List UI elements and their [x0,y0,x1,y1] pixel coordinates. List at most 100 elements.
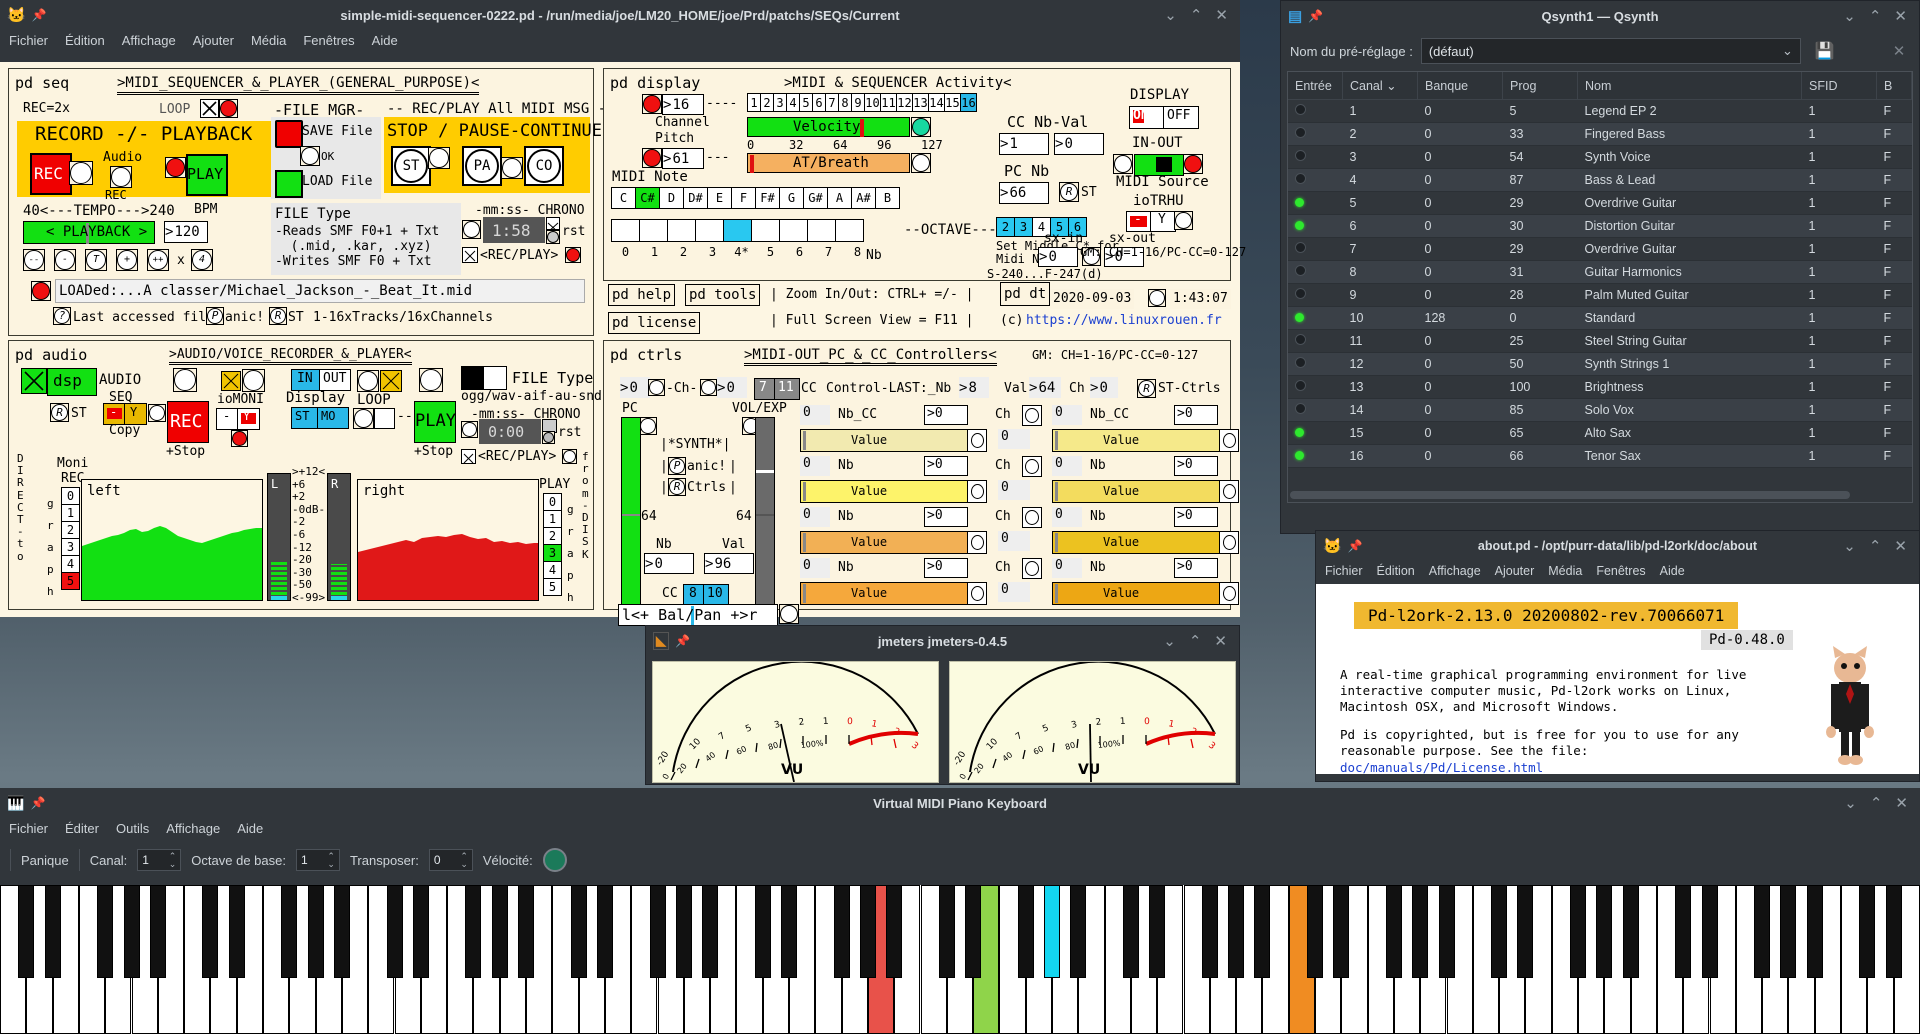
minimize-icon[interactable]: ⌄ [1164,6,1177,24]
ctrls-panic-bang[interactable]: P [668,457,686,475]
copy-bang[interactable] [148,404,166,422]
black-key-52[interactable] [1385,885,1402,978]
co-bang[interactable] [501,157,523,179]
table-row[interactable]: 11 0 25 Steel String Guitar 1 F [1288,329,1912,353]
ctrl-num-left[interactable]: >0 [924,456,968,476]
channel-stepper[interactable]: 1 ⌃ ⌄ [137,849,182,871]
octave-select-2[interactable]: 2 [996,217,1015,237]
menu-media[interactable]: Média [251,33,286,48]
rec-slot-4[interactable]: 4 [61,555,80,573]
octave-select-3[interactable]: 3 [1014,217,1033,237]
channel-cell-4[interactable]: 4 [786,93,800,112]
chrono-reset-bang[interactable] [546,230,560,244]
pitch-numbox[interactable]: 61 [662,148,704,169]
black-key-29[interactable] [781,885,797,978]
bpm-numbox[interactable]: 120 [164,221,208,243]
black-key-67[interactable] [1780,885,1797,978]
tempo-step-plusplus[interactable]: ++ [147,249,169,271]
menu-ajouter[interactable]: Ajouter [1495,564,1535,578]
controller-rows[interactable]: 0 Nb_CC >0 Value Ch 0 0 Nb_CC >0 Value 0 Nb >0 Value C… [800,405,1239,609]
pin-icon[interactable]: 📌 [32,8,47,22]
qsynth-preset-row[interactable]: Nom du pré-réglage : (défaut) ⌄ 💾 ✕ [1281,31,1919,71]
black-key-14[interactable] [386,885,403,978]
controller-row[interactable]: 0 Nb_CC >0 Value Ch 0 0 Nb_CC >0 Value [800,405,1239,456]
menu-fenetres[interactable]: Fenêtres [303,33,354,48]
audio-chrono-bang[interactable] [461,421,478,438]
chrono-reset-toggle[interactable] [546,217,560,233]
about-window-controls[interactable]: ⌄ ⌃ ✕ [1843,537,1919,555]
channel-cell-14[interactable]: 14 [928,93,945,112]
stepper-arrows-icon[interactable]: ⌃ ⌄ [460,852,468,869]
ctrl-value-bang-right[interactable] [1219,429,1239,452]
cell-entree[interactable] [1288,214,1343,238]
channel-cell-13[interactable]: 13 [912,93,929,112]
cell-entree[interactable] [1288,122,1343,146]
control-ch-value[interactable]: 0 [1090,377,1118,398]
dt-bang[interactable] [1148,289,1166,307]
channel-led[interactable] [1295,334,1306,345]
cell-entree[interactable] [1288,260,1343,284]
iomoni-bang[interactable] [242,369,265,392]
note-cell-D[interactable]: D [659,187,684,209]
ctrl-value-bang-left[interactable] [967,480,987,503]
black-key-10[interactable] [281,885,298,978]
table-row[interactable]: 12 0 50 Synth Strings 11F [1288,352,1912,376]
menu-editer[interactable]: Éditer [65,821,99,836]
maximize-icon[interactable]: ⌃ [1189,632,1202,650]
black-key-25[interactable] [675,885,692,978]
minimize-icon[interactable]: ⌄ [1843,7,1856,25]
pd-ctrls-object[interactable]: pd ctrls [610,346,682,364]
note-cell-E[interactable]: E [707,187,732,209]
co-button[interactable]: CO [524,146,564,186]
midi-out-bang[interactable] [1183,154,1203,174]
ctrl-value-bang-right[interactable] [1219,480,1239,503]
col-banque[interactable]: Banque [1417,72,1503,100]
display-st-bang[interactable]: R [1059,182,1079,202]
channel-led[interactable] [1295,198,1304,207]
jmeters-body[interactable]: -20 10 7 5 3 2 1 0 20 40 60 80 100% 0 1 … [646,656,1239,788]
table-row[interactable]: 14 0 85 Solo Vox 1 F [1288,398,1912,422]
loop-toggle[interactable] [200,99,219,118]
st-button[interactable]: ST [391,146,431,186]
control-val-value[interactable]: 64 [1029,377,1061,398]
play-slot-0[interactable]: 0 [543,493,562,511]
loop-bang[interactable] [219,99,238,118]
pd-seq-panel[interactable]: pd seq >MIDI_SEQUENCER_&_PLAYER_(GENERAL… [8,68,615,336]
table-row[interactable]: 7 0 29 Overdrive Guitar 1 F [1288,237,1912,261]
ctrl-ch-value[interactable]: 0 [998,531,1030,551]
play-slot-1[interactable]: 1 [543,510,562,528]
qsynth-hscrollbar[interactable] [1290,491,1850,499]
sort-chevron-icon[interactable]: ⌄ [1386,79,1396,93]
pd-dt-object[interactable]: pd dt [1000,282,1051,306]
midi-source-indicator[interactable] [1134,154,1184,176]
close-icon[interactable]: ✕ [1895,794,1908,812]
col-b[interactable]: B [1876,72,1912,100]
panic-button[interactable]: Panique [21,853,69,868]
jmeters-titlebar[interactable]: ◣ 📌 jmeters jmeters-0.4.5 ⌄ ⌃ ✕ [646,626,1239,656]
tempo-step-t[interactable]: T [85,249,107,271]
channel-cell-15[interactable]: 15 [944,93,961,112]
cell-entree[interactable] [1288,306,1343,330]
velocity-dial[interactable] [542,848,567,872]
ctrl-nb-left[interactable]: 0 [800,456,830,476]
about-license-link[interactable]: doc/manuals/Pd/License.html [1340,760,1543,774]
channel-cell-11[interactable]: 11 [880,93,897,112]
black-key-36[interactable] [965,885,982,978]
black-key-50[interactable] [1333,885,1350,978]
menu-aide[interactable]: Aide [372,33,398,48]
black-key-21[interactable] [570,885,587,978]
rec-slot-5[interactable]: 5 [61,572,80,590]
ctrl-num-left[interactable]: >0 [924,405,968,425]
ctrl-num-right[interactable]: >0 [1174,405,1218,425]
black-key-5[interactable] [149,885,166,978]
pin-icon[interactable]: 📌 [1348,539,1363,553]
note-cell-Dsharp[interactable]: D# [683,187,708,209]
tempo-multiplier-bang[interactable]: 4 [191,249,213,271]
black-key-32[interactable] [859,885,876,978]
black-key-59[interactable] [1570,885,1586,978]
jmeters-window[interactable]: ◣ 📌 jmeters jmeters-0.4.5 ⌄ ⌃ ✕ -20 10 7… [645,625,1240,785]
octave-cell-3[interactable] [695,219,724,242]
iotrhu-bang[interactable] [1174,211,1193,230]
black-key-39[interactable] [1044,885,1060,978]
balpan-bang[interactable] [779,604,799,624]
